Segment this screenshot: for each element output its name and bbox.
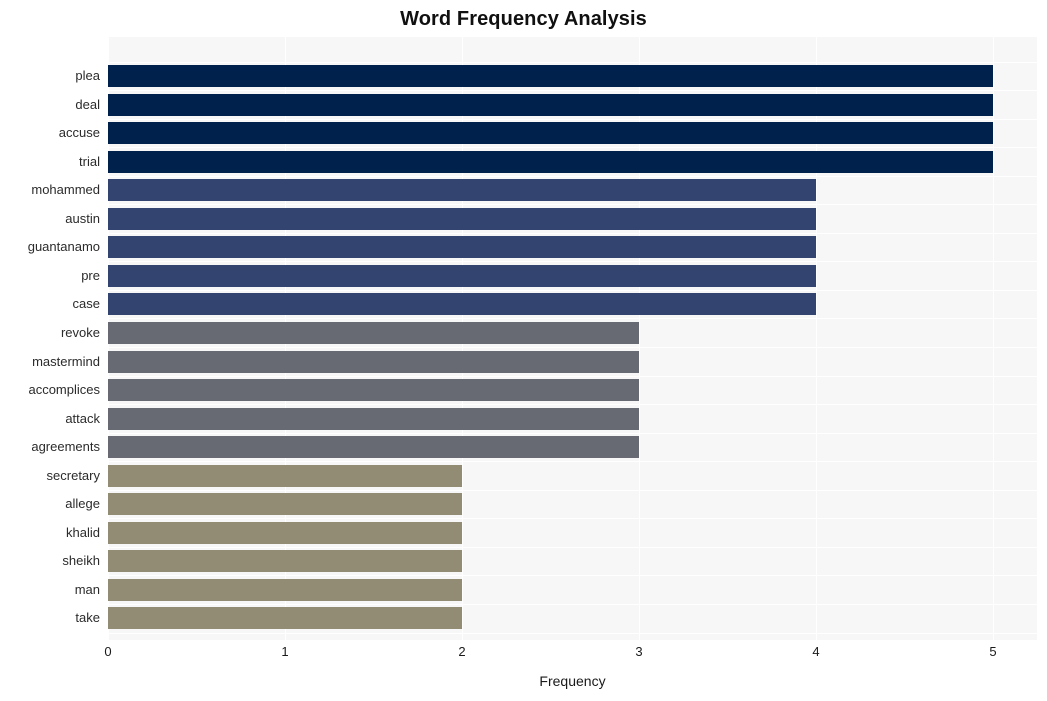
gridline-horizontal	[108, 318, 1037, 319]
y-tick-label: khalid	[66, 524, 100, 540]
y-tick-label: attack	[65, 410, 100, 426]
y-axis-tick-labels: plea deal accuse trial mohammed austin guantan…	[0, 37, 100, 640]
y-tick-label: deal	[75, 96, 100, 112]
x-tick-label: 5	[989, 644, 997, 659]
x-axis-tick-labels: 0 1 2 3 4 5	[104, 640, 1037, 666]
bar	[108, 493, 462, 516]
bar	[108, 436, 639, 459]
y-tick-label: mohammed	[31, 182, 100, 198]
bar	[108, 207, 816, 230]
bar	[108, 521, 462, 544]
y-tick-label: man	[74, 581, 100, 597]
gridline-horizontal	[108, 90, 1037, 91]
bar	[108, 578, 462, 601]
bar	[108, 122, 993, 145]
chart-title: Word Frequency Analysis	[400, 8, 647, 30]
bar	[108, 407, 639, 430]
y-tick-label: secretary	[46, 467, 100, 483]
gridline-horizontal	[108, 575, 1037, 576]
y-tick-label: case	[72, 296, 100, 312]
gridline-horizontal	[108, 147, 1037, 148]
bar	[108, 350, 639, 373]
bar	[108, 293, 816, 316]
word-frequency-chart: Word Frequency Analysis plea deal accuse tr…	[0, 0, 1047, 701]
x-axis-title: Frequency	[539, 673, 606, 689]
x-tick-label: 4	[812, 644, 820, 659]
bar	[108, 379, 639, 402]
bar	[108, 236, 816, 259]
gridline-horizontal	[108, 376, 1037, 377]
y-tick-label: plea	[75, 68, 100, 83]
y-tick-label: take	[75, 610, 100, 626]
gridline-horizontal	[108, 233, 1037, 234]
gridline-horizontal	[108, 461, 1037, 462]
gridline-horizontal	[108, 433, 1037, 434]
y-tick-label: revoke	[60, 324, 100, 340]
bar	[108, 93, 993, 116]
y-tick-label: allege	[65, 496, 100, 512]
x-tick-label: 2	[458, 644, 466, 659]
bar	[108, 464, 462, 487]
gridline-horizontal	[108, 204, 1037, 205]
x-tick-label: 0	[104, 644, 112, 659]
plot-area	[108, 37, 1037, 640]
bar	[108, 321, 639, 344]
gridline-horizontal	[108, 290, 1037, 291]
y-tick-label: agreements	[31, 439, 100, 455]
bar	[108, 150, 993, 173]
gridline-horizontal	[108, 347, 1037, 348]
y-tick-label: guantanamo	[27, 239, 100, 255]
gridline-horizontal	[108, 490, 1037, 491]
gridline-horizontal	[108, 261, 1037, 262]
gridline-vertical	[993, 37, 994, 640]
gridline-horizontal	[108, 404, 1037, 405]
bar	[108, 264, 816, 287]
gridline-horizontal	[108, 119, 1037, 120]
gridline-horizontal	[108, 633, 1037, 634]
gridline-horizontal	[108, 518, 1037, 519]
y-tick-label: mastermind	[32, 353, 100, 369]
bar	[108, 65, 993, 87]
gridline-horizontal	[108, 62, 1037, 63]
gridline-horizontal	[108, 604, 1037, 605]
y-tick-label: pre	[81, 267, 100, 283]
y-tick-label: accuse	[58, 125, 100, 141]
gridline-horizontal	[108, 547, 1037, 548]
gridline-horizontal	[108, 176, 1037, 177]
x-tick-label: 1	[281, 644, 289, 659]
bar	[108, 550, 462, 573]
x-tick-label: 3	[635, 644, 643, 659]
y-tick-label: sheikh	[62, 553, 100, 569]
y-tick-label: accomplices	[28, 382, 100, 398]
y-tick-label: trial	[79, 153, 100, 169]
y-tick-label: austin	[65, 210, 100, 226]
bar	[108, 607, 462, 630]
bar	[108, 179, 816, 202]
